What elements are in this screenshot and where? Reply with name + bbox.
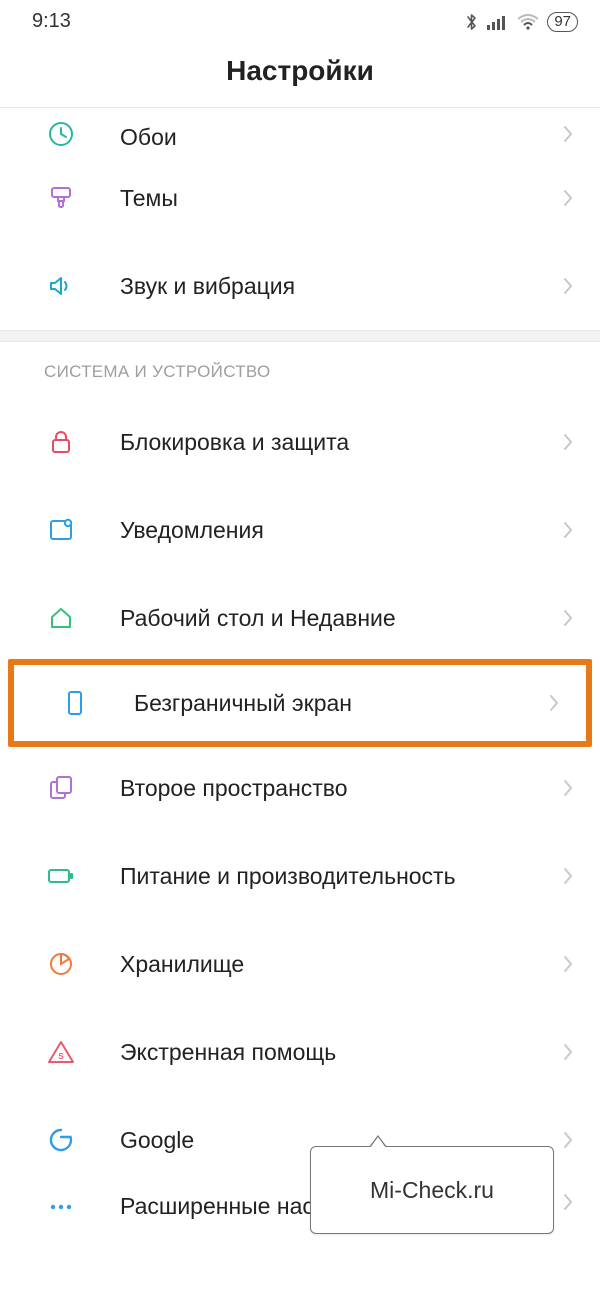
home-icon [44, 604, 78, 632]
phone-icon [58, 689, 92, 717]
bluetooth-icon [465, 12, 479, 32]
battery-icon [44, 862, 78, 890]
chevron-right-icon [562, 1042, 574, 1062]
chevron-right-icon [548, 693, 560, 713]
wifi-icon [517, 14, 539, 30]
watermark-tooltip: Mi-Check.ru [310, 1146, 554, 1234]
lock-icon [44, 428, 78, 456]
status-bar: 9:13 97 [0, 0, 600, 37]
settings-item-wallpaper[interactable]: Обои [0, 108, 600, 154]
speaker-icon [44, 272, 78, 300]
chevron-right-icon [562, 866, 574, 886]
settings-item-label: Темы [120, 184, 562, 213]
settings-item-label: Хранилище [120, 950, 562, 979]
settings-item-sos[interactable]: S Экстренная помощь [0, 1008, 600, 1096]
settings-item-label: Рабочий стол и Недавние [120, 604, 562, 633]
chevron-right-icon [562, 778, 574, 798]
settings-item-fullscreen[interactable]: Безграничный экран [8, 659, 592, 747]
settings-item-lock[interactable]: Блокировка и защита [0, 398, 600, 486]
battery-indicator: 97 [547, 12, 578, 32]
settings-item-label: Уведомления [120, 516, 562, 545]
chevron-right-icon [562, 954, 574, 974]
warning-icon: S [44, 1038, 78, 1066]
dual-screen-icon [44, 774, 78, 802]
settings-item-label: Звук и вибрация [120, 272, 562, 301]
page-title: Настройки [0, 37, 600, 107]
chevron-right-icon [562, 520, 574, 540]
chevron-right-icon [562, 1130, 574, 1150]
section-header-system: СИСТЕМА И УСТРОЙСТВО [0, 342, 600, 398]
signal-icon [487, 14, 509, 30]
settings-item-label: Питание и производительность [120, 862, 562, 891]
section-divider [0, 330, 600, 342]
settings-list: Обои Темы Звук и вибрация СИСТЕМА И УСТР… [0, 107, 600, 1230]
settings-item-power[interactable]: Питание и производительность [0, 832, 600, 920]
settings-item-home[interactable]: Рабочий стол и Недавние [0, 574, 600, 662]
chevron-right-icon [562, 1192, 574, 1222]
chevron-right-icon [562, 608, 574, 628]
chevron-right-icon [562, 188, 574, 208]
chevron-right-icon [562, 276, 574, 296]
google-icon [44, 1126, 78, 1154]
settings-item-label: Безграничный экран [134, 689, 548, 718]
notification-icon [44, 516, 78, 544]
brush-icon [44, 184, 78, 212]
settings-item-storage[interactable]: Хранилище [0, 920, 600, 1008]
settings-item-label: Экстренная помощь [120, 1038, 562, 1067]
svg-text:S: S [58, 1052, 64, 1061]
watermark-text: Mi-Check.ru [370, 1177, 494, 1204]
settings-item-label: Второе пространство [120, 774, 562, 803]
settings-item-sound[interactable]: Звук и вибрация [0, 242, 600, 330]
chevron-right-icon [562, 124, 574, 154]
status-indicators: 97 [465, 12, 578, 32]
status-time: 9:13 [32, 10, 71, 33]
clock-icon [44, 120, 78, 154]
settings-item-label: Обои [120, 123, 562, 154]
settings-item-themes[interactable]: Темы [0, 154, 600, 242]
settings-item-label: Блокировка и защита [120, 428, 562, 457]
settings-item-second-space[interactable]: Второе пространство [0, 744, 600, 832]
chevron-right-icon [562, 432, 574, 452]
more-icon [44, 1202, 78, 1212]
pie-chart-icon [44, 950, 78, 978]
settings-item-notifications[interactable]: Уведомления [0, 486, 600, 574]
